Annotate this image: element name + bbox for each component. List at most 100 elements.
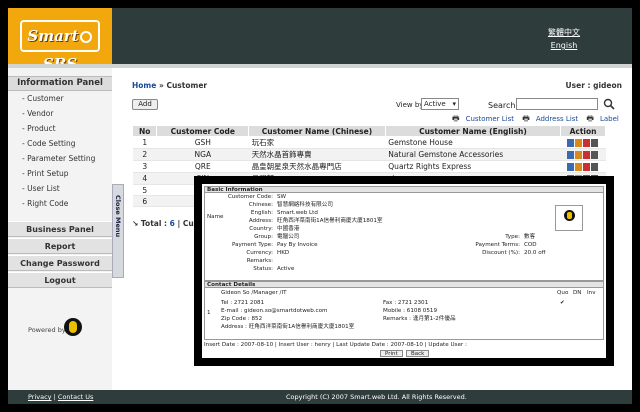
view-icon[interactable] xyxy=(567,151,575,159)
label-link[interactable]: Label xyxy=(600,115,619,123)
status-value: Active xyxy=(277,266,295,272)
sidebar-item-code-setting[interactable]: - Code Setting xyxy=(8,136,112,151)
printer-icon: 🖶 xyxy=(586,114,594,123)
table-row[interactable]: 3 QRE 晶皇朝星泉天然水晶專門店 Quartz Rights Express xyxy=(132,160,606,173)
breadcrumb-home-link[interactable]: Home xyxy=(132,81,156,90)
privacy-link[interactable]: Privacy xyxy=(28,393,52,401)
sidebar-item-user-list[interactable]: - User List xyxy=(8,181,112,196)
cell-name-chinese: 玩石家 xyxy=(248,136,386,149)
view-icon[interactable] xyxy=(567,163,575,171)
sidebar-item-customer[interactable]: - Customer xyxy=(8,91,112,106)
chinese-name-value: 智慧網絡科技有限公司 xyxy=(277,202,333,208)
copyright: Copyright (C) 2007 Smart.web Ltd. All Ri… xyxy=(286,393,467,401)
record-meta: Insert Date : 2007-08-10 | Insert User :… xyxy=(204,342,467,348)
english-name-value: Smart.web Ltd xyxy=(277,210,318,216)
currency-value: HKD xyxy=(277,250,290,256)
delete-icon[interactable] xyxy=(583,151,591,159)
printer-icon: 🖶 xyxy=(452,114,460,123)
edit-icon[interactable] xyxy=(575,163,583,171)
logo: SmartSBS xyxy=(8,8,112,73)
sidebar-item-product[interactable]: - Product xyxy=(8,121,112,136)
popup-content: Basic Information Name Customer Code: SW … xyxy=(202,184,606,358)
sidebar-item-right-code[interactable]: - Right Code xyxy=(8,196,112,211)
delete-icon[interactable] xyxy=(583,163,591,171)
breadcrumb-separator: » xyxy=(158,81,164,90)
contact-address: Address : 旺角西洋菜南街1A信譽利商廈大廈1801室 xyxy=(221,324,355,330)
print-icon[interactable] xyxy=(591,151,599,159)
close-menu-label: Close Menu xyxy=(114,195,122,238)
search-icon[interactable] xyxy=(603,98,615,110)
cell-customer-code: QRE xyxy=(156,160,249,173)
row-actions xyxy=(560,136,606,149)
basic-info-title: Basic Information xyxy=(204,186,604,193)
add-button[interactable]: Add xyxy=(132,99,158,110)
search-label: Search: xyxy=(488,101,519,110)
report-button[interactable]: Report xyxy=(8,238,112,254)
language-switcher: 繁體中文 Engish xyxy=(548,26,580,52)
table-row[interactable]: 2 NGA 天然水晶首飾專賣 Natural Gemstone Accessories xyxy=(132,148,606,161)
change-password-button[interactable]: Change Password xyxy=(8,255,112,271)
back-button[interactable]: Back xyxy=(406,350,430,357)
contact-col-quo: Quo xyxy=(557,290,569,296)
view-icon[interactable] xyxy=(567,139,575,147)
print-icon[interactable] xyxy=(591,139,599,147)
business-panel-button[interactable]: Business Panel xyxy=(8,221,112,237)
customer-list-link[interactable]: Customer List xyxy=(466,115,514,123)
cell-customer-code: GSH xyxy=(156,136,249,149)
contact-tel: Tel : 2721 2081 xyxy=(221,300,265,306)
view-by-select[interactable]: Active xyxy=(421,98,459,110)
lang-english-link[interactable]: Engish xyxy=(548,39,580,52)
customer-detail-popup: Basic Information Name Customer Code: SW … xyxy=(194,176,614,366)
column-header-no[interactable]: No xyxy=(131,125,158,137)
cell-no: 6 xyxy=(132,195,157,207)
row-actions xyxy=(560,160,606,173)
contact-us-link[interactable]: Contact Us xyxy=(58,393,94,401)
logo-badge: SmartSBS xyxy=(20,20,100,73)
contact-zip: Zip Code : 852 xyxy=(221,316,263,322)
column-header-chinese[interactable]: Customer Name (Chinese) xyxy=(248,125,386,137)
cell-no: 5 xyxy=(132,184,157,196)
cell-no: 2 xyxy=(132,148,157,161)
sidebar-item-vendor[interactable]: - Vendor xyxy=(8,106,112,121)
customer-logo-icon xyxy=(555,205,583,231)
quo-check-icon[interactable]: ✔ xyxy=(560,300,565,307)
address-list-link[interactable]: Address List xyxy=(536,115,578,123)
address-value: 旺角西洋菜南街1A信譽利商廈大廈1801室 xyxy=(277,218,383,224)
lang-chinese-link[interactable]: 繁體中文 xyxy=(548,26,580,39)
print-icon[interactable] xyxy=(591,163,599,171)
cell-no: 3 xyxy=(132,160,157,173)
row-actions xyxy=(560,148,606,161)
footer: Privacy | Contact Us Copyright (C) 2007 … xyxy=(8,390,632,404)
column-header-code[interactable]: Customer Code xyxy=(156,125,250,137)
search-input[interactable] xyxy=(516,98,598,110)
payment-type-value: Pay By Invoice xyxy=(277,242,318,248)
current-user: User : gideon xyxy=(565,81,622,90)
close-menu-tab[interactable]: Close Menu xyxy=(112,184,124,278)
printer-icon: 🖶 xyxy=(522,114,530,123)
print-button[interactable]: Print xyxy=(380,350,403,357)
cell-name-chinese: 天然水晶首飾專賣 xyxy=(248,148,386,161)
header: SmartSBS 繁體中文 Engish xyxy=(8,8,632,73)
pager-icon: ↘ xyxy=(132,219,139,228)
cell-name-english: Natural Gemstone Accessories xyxy=(385,148,561,161)
cell-no: 4 xyxy=(132,172,157,185)
contact-col-inv: Inv xyxy=(587,290,596,296)
delete-icon[interactable] xyxy=(583,139,591,147)
basic-information-section: Basic Information Name Customer Code: SW … xyxy=(204,186,604,281)
total-count: 6 xyxy=(169,219,175,228)
payment-terms-value: COD xyxy=(524,242,537,248)
contact-email: E-mail : gideon.so@smartdotweb.com xyxy=(221,308,328,314)
logout-button[interactable]: Logout xyxy=(8,272,112,288)
sidebar-item-print-setup[interactable]: - Print Setup xyxy=(8,166,112,181)
edit-icon[interactable] xyxy=(575,151,583,159)
sidebar-item-parameter-setting[interactable]: - Parameter Setting xyxy=(8,151,112,166)
information-panel-header[interactable]: Information Panel xyxy=(8,76,112,91)
table-row[interactable]: 1 GSH 玩石家 Gemstone House xyxy=(132,136,606,149)
contact-fax: Fax : 2721 2301 xyxy=(383,300,429,306)
contact-details-section: Contact Details 1 Gideon So /Manager /IT… xyxy=(204,281,604,340)
contact-col-dn: DN xyxy=(573,290,582,296)
edit-icon[interactable] xyxy=(575,139,583,147)
country-value: 中國香港 xyxy=(277,226,300,232)
breadcrumb: Home » Customer xyxy=(132,81,207,90)
column-header-english[interactable]: Customer Name (English) xyxy=(384,125,562,137)
